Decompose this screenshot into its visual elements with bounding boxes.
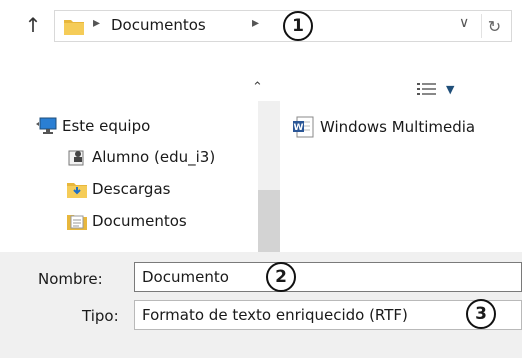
computer-icon bbox=[36, 117, 57, 134]
user-folder-icon bbox=[68, 150, 84, 166]
up-arrow-icon[interactable]: ↑ bbox=[20, 10, 46, 40]
nav-item-este-equipo[interactable]: Este equipo bbox=[36, 116, 150, 136]
nav-item-label: Alumno (edu_i3) bbox=[92, 148, 216, 166]
svg-text:W: W bbox=[294, 123, 304, 133]
nav-item-label: Este equipo bbox=[62, 117, 151, 135]
breadcrumb-chevron-icon[interactable]: ▸ bbox=[252, 15, 259, 31]
nav-item-label: Documentos bbox=[92, 212, 187, 230]
file-type-value: Formato de texto enriquecido (RTF) bbox=[142, 306, 408, 324]
breadcrumb-chevron-icon[interactable]: ▸ bbox=[93, 15, 100, 31]
nav-item-alumno[interactable]: Alumno (edu_i3) bbox=[66, 147, 215, 167]
callout-badge-1: 1 bbox=[283, 11, 313, 41]
word-document-icon: W bbox=[293, 116, 314, 138]
file-name-label: Nombre: bbox=[38, 270, 103, 288]
scroll-up-icon[interactable]: ⌃ bbox=[252, 80, 263, 95]
nav-item-descargas[interactable]: Descargas bbox=[66, 179, 170, 199]
file-item-windows-multimedia[interactable]: W Windows Multimedia bbox=[292, 116, 475, 138]
address-toolbar: ↑ ▸ Documentos ▸ 1 ∨ ↻ bbox=[0, 0, 522, 56]
file-name: Windows Multimedia bbox=[320, 118, 476, 136]
nav-scrollbar-thumb[interactable] bbox=[258, 190, 280, 252]
list-view-icon bbox=[417, 83, 436, 95]
folder-icon bbox=[64, 20, 84, 35]
callout-badge-3: 3 bbox=[466, 299, 496, 329]
downloads-folder-icon bbox=[67, 183, 87, 198]
file-type-label: Tipo: bbox=[82, 307, 119, 325]
callout-badge-2: 2 bbox=[266, 262, 296, 292]
dropdown-caret-icon: ▼ bbox=[446, 82, 455, 96]
nav-item-label: Descargas bbox=[92, 180, 171, 198]
view-options-button[interactable]: ▼ bbox=[416, 78, 472, 100]
address-bar[interactable]: ▸ Documentos ▸ 1 ∨ ↻ bbox=[54, 10, 512, 42]
chevron-down-icon[interactable]: ∨ bbox=[459, 15, 469, 31]
file-list-pane: ▼ W Windows Multimedia bbox=[282, 56, 522, 252]
breadcrumb-documentos[interactable]: Documentos bbox=[111, 16, 206, 34]
documents-folder-icon bbox=[67, 215, 87, 230]
save-form: Nombre: 2 Tipo: Formato de texto enrique… bbox=[0, 252, 522, 358]
file-name-input[interactable] bbox=[134, 262, 522, 292]
navigation-pane: ⌃ Este equipo Alumno (edu_i3) Descargas bbox=[0, 56, 282, 252]
refresh-icon[interactable]: ↻ bbox=[481, 14, 507, 38]
nav-item-documentos[interactable]: Documentos bbox=[66, 211, 187, 231]
file-type-select[interactable]: Formato de texto enriquecido (RTF) bbox=[134, 300, 522, 330]
